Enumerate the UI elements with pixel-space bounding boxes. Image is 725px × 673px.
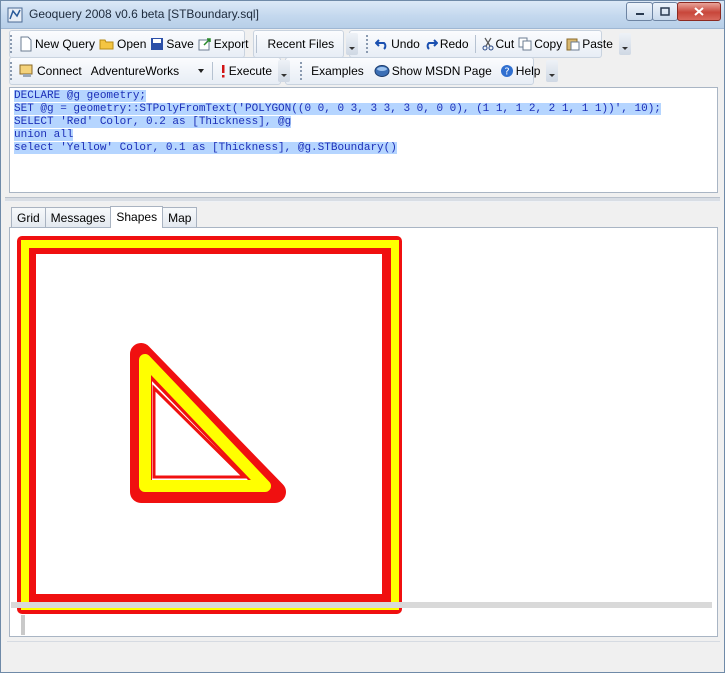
- database-dropdown[interactable]: AdventureWorks: [88, 61, 208, 81]
- msdn-button[interactable]: Show MSDN Page: [372, 60, 494, 82]
- open-folder-icon: [99, 39, 114, 50]
- export-label: Export: [213, 37, 249, 51]
- copy-button[interactable]: Copy: [516, 33, 564, 55]
- app-icon: [7, 7, 23, 23]
- export-button[interactable]: Export: [196, 33, 251, 55]
- database-value: AdventureWorks: [90, 64, 180, 78]
- recent-files-label: Recent Files: [267, 37, 335, 51]
- minimize-icon: [635, 12, 644, 15]
- toolbar-grip[interactable]: [300, 62, 303, 80]
- toolbar-grip[interactable]: [10, 35, 13, 53]
- query-editor[interactable]: DECLARE @g geometry; SET @g = geometry::…: [9, 87, 718, 193]
- code-line-1: DECLARE @g geometry;: [14, 90, 713, 103]
- shapes-panel: [9, 227, 718, 637]
- code-line-text: DECLARE @g geometry;: [14, 90, 147, 102]
- shapes-canvas: [17, 236, 402, 614]
- redo-icon: [426, 39, 438, 50]
- new-query-button[interactable]: New Query: [17, 33, 97, 55]
- export-icon: [198, 38, 211, 51]
- toolbar-separator: [256, 35, 258, 53]
- status-bar: [7, 641, 720, 667]
- query-toolbar: Connect AdventureWorks Execute Examples …: [7, 58, 718, 84]
- undo-button[interactable]: Undo: [373, 33, 422, 55]
- undo-icon: [375, 39, 387, 50]
- recent-files-button[interactable]: Recent Files: [261, 33, 336, 55]
- window-title: Geoquery 2008 v0.6 beta [STBoundary.sql]: [29, 7, 259, 21]
- examples-button[interactable]: Examples: [309, 60, 366, 82]
- help-icon: ?: [500, 65, 513, 78]
- connect-icon: [19, 64, 33, 77]
- title-bar: Geoquery 2008 v0.6 beta [STBoundary.sql]: [1, 1, 724, 29]
- save-button[interactable]: Save: [148, 33, 195, 55]
- app-window: Geoquery 2008 v0.6 beta [STBoundary.sql]…: [0, 0, 725, 673]
- examples-label: Examples: [311, 64, 364, 78]
- vertical-scroll-marker: [21, 615, 25, 635]
- redo-button[interactable]: Redo: [422, 33, 471, 55]
- code-line-text: SET @g = geometry::STPolyFromText('POLYG…: [14, 103, 661, 115]
- scissors-icon: [482, 37, 494, 51]
- paste-button[interactable]: Paste: [564, 33, 615, 55]
- msdn-label: Show MSDN Page: [391, 64, 492, 78]
- help-button[interactable]: ? Help: [498, 60, 543, 82]
- toolbar-grip[interactable]: [10, 62, 13, 80]
- restore-icon: [660, 7, 670, 16]
- toolbar-separator: [211, 62, 213, 80]
- msdn-globe-icon: [374, 65, 390, 77]
- new-document-icon: [20, 36, 32, 52]
- open-label: Open: [117, 37, 147, 51]
- open-button[interactable]: Open: [97, 33, 148, 55]
- undo-label: Undo: [391, 37, 420, 51]
- code-line-text: SELECT 'Red' Color, 0.2 as [Thickness], …: [14, 116, 292, 128]
- connect-button[interactable]: Connect: [17, 60, 84, 82]
- cut-button[interactable]: Cut: [480, 33, 517, 55]
- tab-grid[interactable]: Grid: [11, 207, 46, 228]
- results-tabs: Grid Messages Shapes Map: [11, 206, 198, 228]
- pane-splitter[interactable]: [5, 197, 720, 202]
- horizontal-scrollbar[interactable]: [11, 602, 712, 608]
- code-line-3: SELECT 'Red' Color, 0.2 as [Thickness], …: [14, 116, 713, 129]
- save-label: Save: [166, 37, 194, 51]
- toolbar-separator: [474, 35, 476, 53]
- chevron-down-icon: [197, 69, 204, 73]
- code-line-text: union all: [14, 129, 74, 141]
- toolbar-grip[interactable]: [366, 35, 369, 53]
- toolbar-overflow-button[interactable]: [546, 60, 559, 82]
- copy-label: Copy: [534, 37, 563, 51]
- help-label: Help: [515, 64, 541, 78]
- exclamation-icon: [221, 65, 225, 78]
- execute-label: Execute: [228, 64, 273, 78]
- close-button[interactable]: [677, 2, 721, 21]
- execute-button[interactable]: Execute: [217, 60, 274, 82]
- maximize-button[interactable]: [652, 2, 678, 21]
- code-line-text: select 'Yellow' Color, 0.1 as [Thickness…: [14, 142, 397, 154]
- paste-icon: [566, 38, 580, 51]
- tab-shapes[interactable]: Shapes: [110, 206, 164, 228]
- tab-messages[interactable]: Messages: [44, 207, 112, 228]
- tab-map[interactable]: Map: [162, 207, 198, 228]
- connect-label: Connect: [37, 64, 82, 78]
- save-icon: [151, 38, 164, 50]
- copy-icon: [518, 37, 532, 51]
- toolbar-overflow-button[interactable]: [618, 33, 631, 55]
- toolbar-overflow-button[interactable]: [346, 33, 359, 55]
- toolbar-overflow-button[interactable]: [278, 60, 291, 82]
- code-line-4: union all: [14, 129, 713, 142]
- new-query-label: New Query: [35, 37, 96, 51]
- minimize-button[interactable]: [626, 2, 653, 21]
- redo-label: Redo: [439, 37, 469, 51]
- close-icon: [694, 7, 704, 16]
- code-line-5: select 'Yellow' Color, 0.1 as [Thickness…: [14, 142, 713, 155]
- code-line-2: SET @g = geometry::STPolyFromText('POLYG…: [14, 103, 713, 116]
- svg-text:?: ?: [504, 67, 509, 78]
- paste-label: Paste: [582, 37, 613, 51]
- main-toolbar: New Query Open Save Export Recent Files …: [7, 31, 718, 57]
- cut-label: Cut: [495, 37, 515, 51]
